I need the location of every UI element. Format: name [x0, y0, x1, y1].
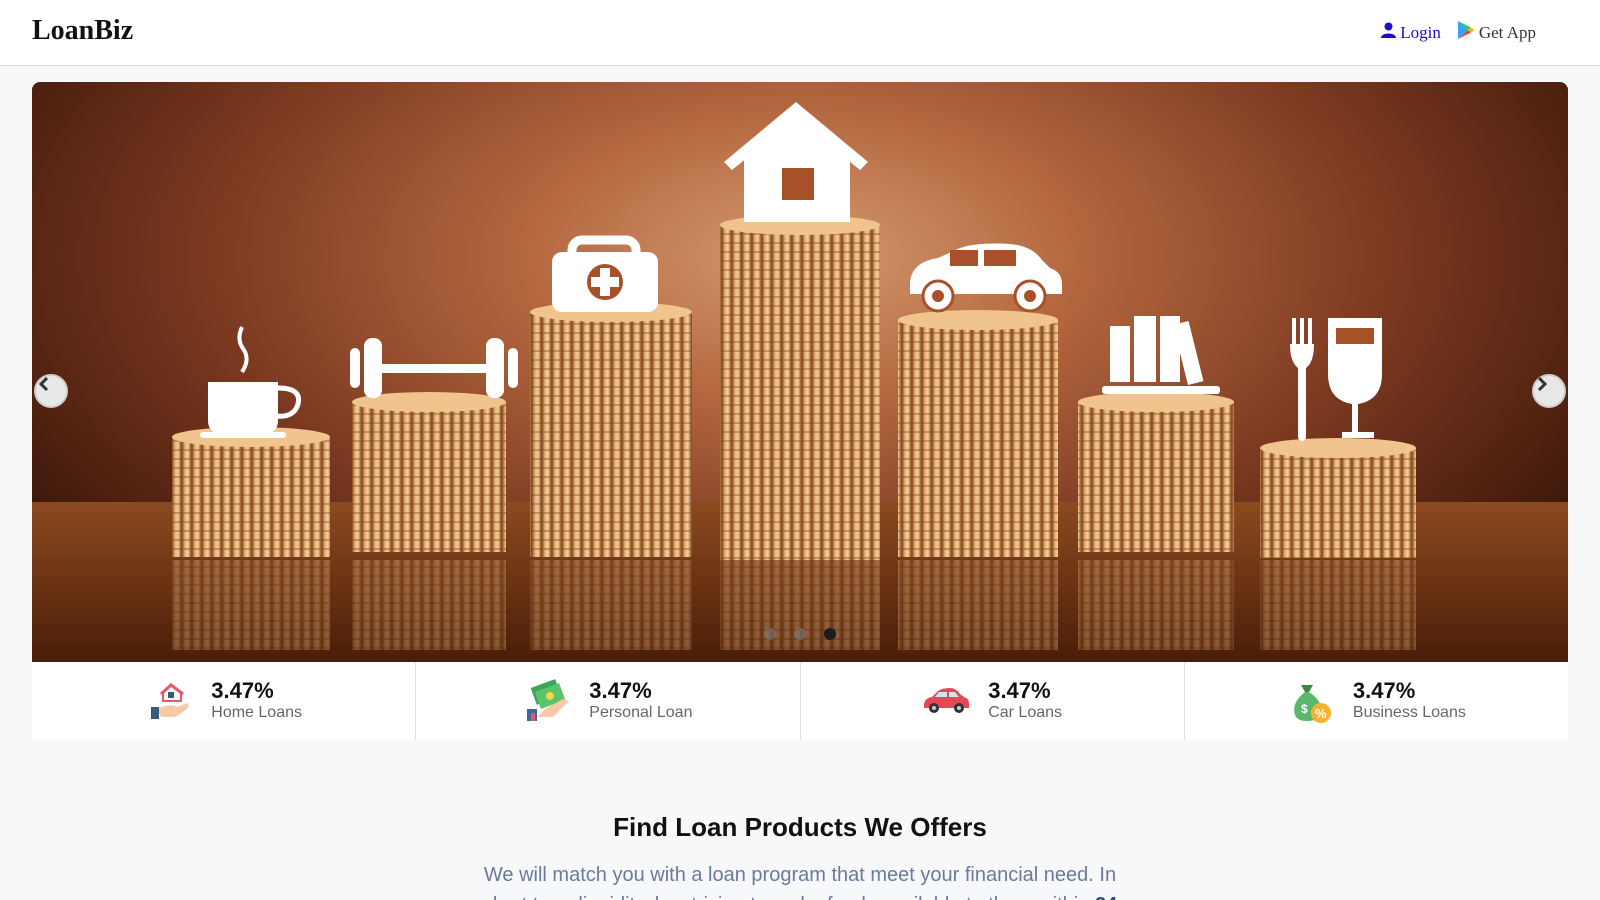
cash-hand-icon [523, 677, 571, 725]
section-title: Find Loan Products We Offers [613, 812, 987, 842]
loan-label: Business Loans [1352, 704, 1466, 721]
svg-text:%: % [1315, 706, 1327, 721]
loan-card-personal[interactable]: 3.47% Personal Loan [416, 662, 801, 740]
loan-label: Car Loans [988, 704, 1063, 721]
car-icon [910, 243, 1062, 313]
loan-rate: 3.47% [589, 678, 652, 703]
carousel-next-button[interactable] [1532, 374, 1566, 408]
coin-stacks [172, 215, 1416, 560]
carousel-indicators [764, 628, 836, 640]
site-logo[interactable]: LoanBiz [32, 15, 133, 47]
loan-rate: 3.47% [1352, 678, 1416, 703]
medical-kit-icon [552, 235, 658, 312]
books-icon [1102, 316, 1220, 394]
chevron-left-icon [38, 376, 49, 392]
chevron-right-icon [1537, 376, 1548, 392]
carousel-dot-1[interactable] [764, 628, 776, 640]
loan-rate: 3.47% [211, 678, 274, 703]
carousel-prev-button[interactable] [34, 374, 68, 408]
login-link[interactable]: Login [1381, 22, 1441, 43]
fork-and-glass-icon [1290, 318, 1382, 441]
loan-label: Personal Loan [589, 704, 693, 721]
hero-slide-image [32, 102, 1568, 662]
top-header: LoanBiz Login Get App [0, 0, 1600, 66]
car-icon [922, 677, 970, 725]
loan-card-home[interactable]: 3.47% Home Loans [32, 662, 417, 740]
header-nav: Login Get App [1381, 20, 1536, 45]
carousel-dot-2[interactable] [794, 628, 806, 640]
section-description-bold: 24 [1095, 894, 1117, 900]
get-app-link[interactable]: Get App [1457, 20, 1536, 45]
loan-rate: 3.47% [988, 678, 1051, 703]
svg-text:$: $ [1301, 702, 1308, 716]
login-label: Login [1400, 22, 1441, 42]
money-bag-icon: $ % [1287, 677, 1335, 725]
play-store-icon [1457, 20, 1475, 45]
section-description-text: We will match you with a loan program th… [483, 864, 1117, 900]
section-description: We will match you with a loan program th… [470, 860, 1130, 900]
loan-label: Home Loans [211, 704, 302, 721]
carousel-dot-3[interactable] [824, 628, 836, 640]
house-icon [724, 102, 868, 222]
user-icon [1381, 22, 1397, 43]
loan-card-car[interactable]: 3.47% Car Loans [801, 662, 1185, 740]
hero-carousel [32, 82, 1568, 662]
dumbbell-icon [350, 338, 518, 398]
loan-card-business[interactable]: $ % 3.47% Business Loans [1185, 662, 1568, 740]
coffee-cup-icon [200, 326, 302, 438]
get-app-label: Get App [1478, 22, 1536, 42]
loan-rates-strip: 3.47% Home Loans 3.47% Personal Loan 3.4… [32, 662, 1568, 740]
home-loan-icon [145, 677, 193, 725]
